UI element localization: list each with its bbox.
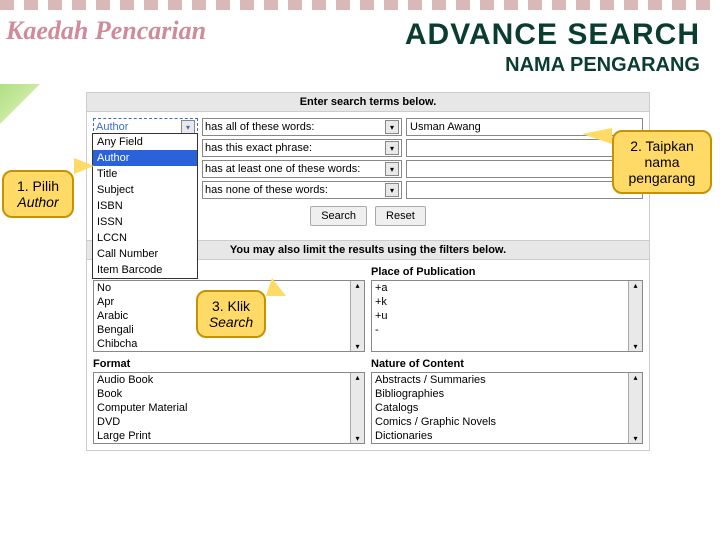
- decorative-top-border: [0, 0, 720, 10]
- dropdown-option[interactable]: Item Barcode: [93, 262, 197, 278]
- op-value: has none of these words:: [205, 184, 328, 196]
- chevron-down-icon: ▾: [181, 120, 195, 134]
- chevron-down-icon: ▾: [385, 120, 399, 134]
- operator-select[interactable]: has this exact phrase: ▾: [202, 139, 402, 157]
- dropdown-option[interactable]: ISBN: [93, 198, 197, 214]
- search-term-input[interactable]: [406, 181, 643, 199]
- filter-nature: Nature of Content Abstracts / Summaries …: [371, 358, 643, 444]
- dropdown-option[interactable]: Any Field: [93, 134, 197, 150]
- dropdown-option[interactable]: Title: [93, 166, 197, 182]
- field-dropdown-open[interactable]: Any Field Author Title Subject ISBN ISSN…: [92, 133, 198, 279]
- chevron-down-icon: ▾: [385, 162, 399, 176]
- operator-select[interactable]: has at least one of these words: ▾: [202, 160, 402, 178]
- filter-place: Place of Publication +a +k +u - ▴▾: [371, 266, 643, 352]
- search-button[interactable]: Search: [310, 206, 367, 226]
- chevron-down-icon: ▾: [385, 141, 399, 155]
- list-item[interactable]: +u: [372, 309, 642, 323]
- callout-2: 2. Taipkan nama pengarang: [612, 130, 712, 194]
- list-item[interactable]: Dictionaries: [372, 429, 642, 443]
- filter-label: Format: [93, 358, 365, 370]
- callout-text: Search: [209, 314, 253, 330]
- page-subtitle: NAMA PENGARANG: [505, 54, 700, 77]
- callout-text: Author: [17, 194, 58, 210]
- callout-text: nama: [644, 154, 679, 170]
- page-title: ADVANCE SEARCH: [405, 18, 700, 52]
- operator-select[interactable]: has none of these words: ▾: [202, 181, 402, 199]
- filter-format: Format Audio Book Book Computer Material…: [93, 358, 365, 444]
- op-value: has all of these words:: [205, 121, 314, 133]
- callout-1: 1. Pilih Author: [2, 170, 74, 218]
- dropdown-option[interactable]: Call Number: [93, 246, 197, 262]
- format-listbox[interactable]: Audio Book Book Computer Material DVD La…: [93, 372, 365, 444]
- list-item[interactable]: +a: [372, 281, 642, 295]
- scrollbar[interactable]: ▴▾: [350, 373, 364, 443]
- dropdown-option[interactable]: Subject: [93, 182, 197, 198]
- list-item[interactable]: Catalogs: [372, 401, 642, 415]
- list-item[interactable]: Bibliographies: [372, 387, 642, 401]
- logo-text: Kaedah Pencarian: [6, 16, 206, 46]
- callout-pointer: [74, 158, 94, 174]
- dropdown-option[interactable]: LCCN: [93, 230, 197, 246]
- chevron-down-icon: ▾: [385, 183, 399, 197]
- list-item[interactable]: Book: [94, 387, 364, 401]
- list-item[interactable]: Abstracts / Summaries: [372, 373, 642, 387]
- callout-text: 3. Klik: [212, 298, 250, 314]
- list-item[interactable]: +k: [372, 295, 642, 309]
- callout-3: 3. Klik Search: [196, 290, 266, 338]
- list-item[interactable]: DVD: [94, 415, 364, 429]
- header: Kaedah Pencarian ADVANCE SEARCH NAMA PEN…: [0, 10, 720, 88]
- dropdown-option[interactable]: ISSN: [93, 214, 197, 230]
- scrollbar[interactable]: ▴▾: [350, 281, 364, 351]
- op-value: has this exact phrase:: [205, 142, 312, 154]
- field-value: Author: [96, 121, 128, 133]
- list-item[interactable]: Large Print: [94, 429, 364, 443]
- filter-label: Place of Publication: [371, 266, 643, 278]
- callout-text: 1. Pilih: [17, 178, 59, 194]
- reset-button[interactable]: Reset: [375, 206, 426, 226]
- callout-text: pengarang: [629, 170, 696, 186]
- list-item[interactable]: Chibcha: [94, 337, 364, 351]
- search-term-input[interactable]: [406, 160, 643, 178]
- decorative-triangle: [0, 84, 40, 124]
- callout-pointer: [582, 128, 612, 144]
- list-item[interactable]: -: [372, 323, 642, 337]
- nature-listbox[interactable]: Abstracts / Summaries Bibliographies Cat…: [371, 372, 643, 444]
- callout-text: 2. Taipkan: [630, 138, 694, 154]
- place-listbox[interactable]: +a +k +u - ▴▾: [371, 280, 643, 352]
- dropdown-option-selected[interactable]: Author: [93, 150, 197, 166]
- scrollbar[interactable]: ▴▾: [628, 281, 642, 351]
- list-item[interactable]: Comics / Graphic Novels: [372, 415, 642, 429]
- op-value: has at least one of these words:: [205, 163, 360, 175]
- list-item[interactable]: Computer Material: [94, 401, 364, 415]
- list-item[interactable]: Audio Book: [94, 373, 364, 387]
- callout-pointer: [266, 278, 286, 296]
- filter-grid: Language No Apr Arabic Bengali Chibcha ▴…: [87, 260, 649, 450]
- operator-select[interactable]: has all of these words: ▾: [202, 118, 402, 136]
- scrollbar[interactable]: ▴▾: [628, 373, 642, 443]
- input-value: Usman Awang: [410, 121, 481, 133]
- filter-label: Nature of Content: [371, 358, 643, 370]
- form-heading: Enter search terms below.: [87, 93, 649, 112]
